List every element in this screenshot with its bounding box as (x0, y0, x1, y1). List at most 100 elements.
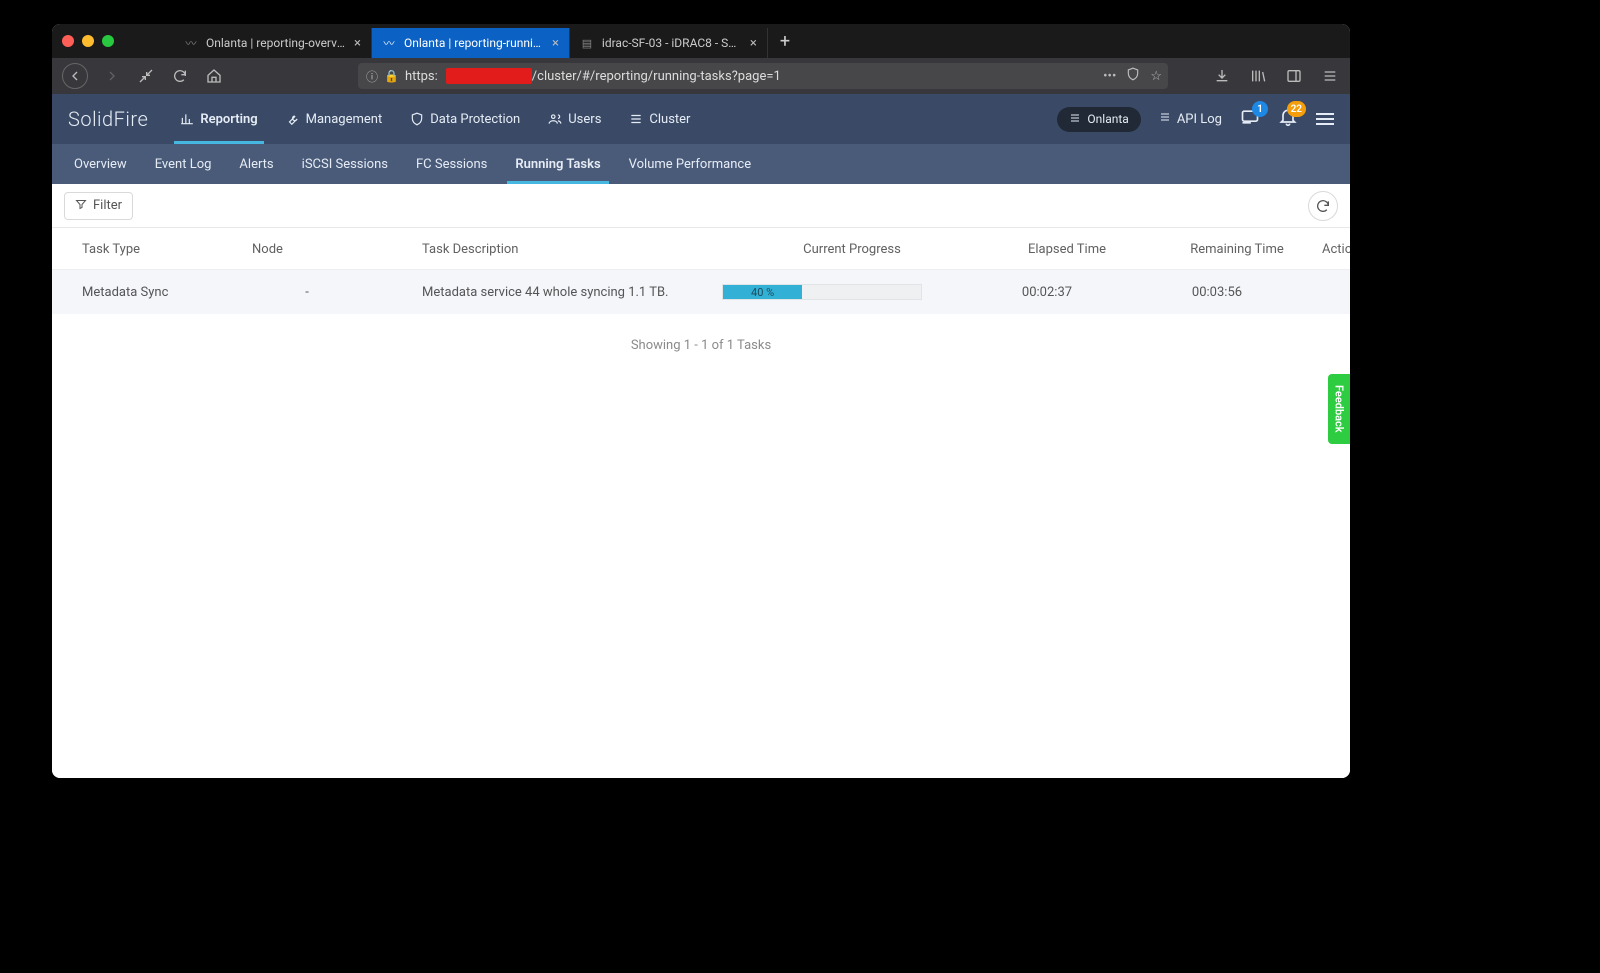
browser-tab-2[interactable]: ▤ idrac-SF-03 - iDRAC8 - Summ × (570, 28, 768, 58)
list-icon (1159, 111, 1171, 127)
content-area: Filter Task Type Node Task Description C… (52, 184, 1350, 778)
nav-label: Users (568, 112, 601, 127)
back-button[interactable] (62, 63, 88, 89)
subnav-event-log[interactable]: Event Log (141, 144, 226, 184)
tab-title: Onlanta | reporting-runningTas (404, 36, 544, 50)
messages-button[interactable]: 1 (1240, 107, 1260, 131)
feedback-tab[interactable]: Feedback (1328, 374, 1350, 444)
tab-title: Onlanta | reporting-overview (206, 36, 346, 50)
tab-close-icon[interactable]: × (750, 36, 757, 51)
app-menu-button[interactable] (1316, 113, 1334, 125)
col-elapsed[interactable]: Elapsed Time (982, 242, 1152, 257)
col-progress[interactable]: Current Progress (722, 242, 982, 257)
shield-icon[interactable] (1126, 67, 1140, 85)
tab-close-icon[interactable]: × (354, 36, 361, 51)
tab-close-icon[interactable]: × (552, 36, 559, 51)
tab-title: idrac-SF-03 - iDRAC8 - Summ (602, 36, 742, 50)
col-task-type[interactable]: Task Type (82, 242, 252, 257)
subnav-volume-performance[interactable]: Volume Performance (615, 144, 765, 184)
table-footer: Showing 1 - 1 of 1 Tasks (52, 314, 1350, 377)
reload-button[interactable] (170, 66, 190, 86)
tasks-table: Task Type Node Task Description Current … (52, 228, 1350, 314)
subnav-overview[interactable]: Overview (60, 144, 141, 184)
cluster-name: Onlanta (1087, 112, 1128, 126)
shield-icon (410, 112, 424, 126)
filter-label: Filter (93, 198, 122, 213)
star-icon[interactable]: ☆ (1150, 69, 1162, 84)
nav-cluster[interactable]: Cluster (615, 94, 704, 144)
refresh-button[interactable] (1308, 191, 1338, 221)
browser-toolbar: ⓘ 🔒 https: /cluster/#/reporting/running-… (52, 58, 1350, 94)
subnav-running-tasks[interactable]: Running Tasks (501, 144, 614, 184)
lock-warning-icon: 🔒 (384, 69, 399, 83)
messages-badge: 1 (1252, 101, 1268, 117)
nav-label: Cluster (649, 112, 690, 127)
col-description[interactable]: Task Description (422, 242, 722, 257)
notifications-badge: 22 (1287, 101, 1306, 117)
filter-icon (75, 198, 87, 214)
menu-icon[interactable] (1320, 66, 1340, 86)
table-header: Task Type Node Task Description Current … (52, 228, 1350, 270)
window-maximize[interactable] (102, 35, 114, 47)
browser-tab-0[interactable]: 〰 Onlanta | reporting-overview × (174, 28, 372, 58)
sub-nav: Overview Event Log Alerts iSCSI Sessions… (52, 144, 1350, 184)
tab-favicon: 〰 (382, 36, 396, 50)
progress-bar-fill: 40 % (723, 285, 802, 299)
nav-label: Reporting (200, 112, 257, 127)
cell-elapsed: 00:02:37 (982, 285, 1152, 300)
content-toolbar: Filter (52, 184, 1350, 228)
tab-favicon: 〰 (184, 36, 198, 50)
url-more-icon[interactable]: ••• (1103, 69, 1116, 84)
feedback-label: Feedback (1333, 385, 1346, 433)
window-close[interactable] (62, 35, 74, 47)
home-button[interactable] (204, 66, 224, 86)
filter-button[interactable]: Filter (64, 192, 133, 220)
app-nav: SolidFire Reporting Management Data Prot… (52, 94, 1350, 144)
subnav-alerts[interactable]: Alerts (225, 144, 287, 184)
cell-remaining: 00:03:56 (1152, 285, 1322, 300)
browser-window: 〰 Onlanta | reporting-overview × 〰 Onlan… (52, 24, 1350, 778)
browser-tabs: 〰 Onlanta | reporting-overview × 〰 Onlan… (174, 24, 768, 58)
url-host-redacted (446, 68, 532, 84)
nav-label: Management (306, 112, 383, 127)
chart-bar-icon (180, 112, 194, 126)
nav-label: Data Protection (430, 112, 520, 127)
table-row: Metadata Sync - Metadata service 44 whol… (52, 270, 1350, 314)
list-icon (629, 112, 643, 126)
col-remaining[interactable]: Remaining Time (1152, 242, 1322, 257)
cell-node: - (252, 285, 422, 300)
nav-users[interactable]: Users (534, 94, 615, 144)
api-log-label: API Log (1177, 112, 1222, 127)
notifications-button[interactable]: 22 (1278, 107, 1298, 131)
list-icon (1069, 112, 1081, 127)
cell-task-type: Metadata Sync (82, 285, 252, 300)
sidebar-icon[interactable] (1284, 66, 1304, 86)
subnav-fc-sessions[interactable]: FC Sessions (402, 144, 501, 184)
subnav-iscsi-sessions[interactable]: iSCSI Sessions (288, 144, 402, 184)
col-node[interactable]: Node (252, 242, 422, 257)
titlebar: 〰 Onlanta | reporting-overview × 〰 Onlan… (52, 24, 1350, 58)
progress-bar-track: 40 % (722, 284, 922, 300)
info-icon: ⓘ (366, 68, 378, 85)
users-icon (548, 112, 562, 126)
col-actions[interactable]: Actions (1322, 242, 1350, 257)
url-bar[interactable]: ⓘ 🔒 https: /cluster/#/reporting/running-… (358, 63, 1168, 89)
dev-button[interactable] (136, 66, 156, 86)
browser-tab-1[interactable]: 〰 Onlanta | reporting-runningTas × (372, 28, 570, 58)
window-controls (62, 35, 114, 47)
nav-management[interactable]: Management (272, 94, 397, 144)
downloads-icon[interactable] (1212, 66, 1232, 86)
nav-data-protection[interactable]: Data Protection (396, 94, 534, 144)
api-log-link[interactable]: API Log (1159, 111, 1222, 127)
forward-button[interactable] (102, 66, 122, 86)
new-tab-button[interactable]: + (768, 31, 802, 52)
tab-favicon: ▤ (580, 36, 594, 50)
wrench-icon (286, 112, 300, 126)
library-icon[interactable] (1248, 66, 1268, 86)
main-nav: Reporting Management Data Protection Use… (166, 94, 704, 144)
window-minimize[interactable] (82, 35, 94, 47)
cluster-selector[interactable]: Onlanta (1057, 107, 1140, 132)
url-security: ⓘ 🔒 https: (358, 68, 446, 85)
nav-reporting[interactable]: Reporting (166, 94, 271, 144)
cell-progress: 40 % (722, 284, 982, 300)
